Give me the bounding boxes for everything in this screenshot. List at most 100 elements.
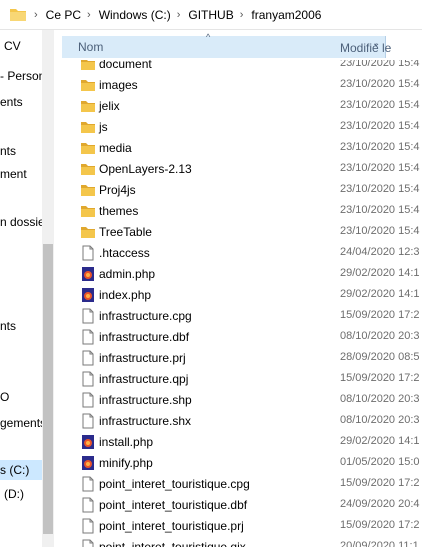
file-name: media: [99, 141, 132, 155]
file-name: point_interet_touristique.qix: [99, 540, 246, 547]
file-name: infrastructure.shp: [99, 393, 192, 407]
file-row[interactable]: index.php 29/02/2020 14:1: [54, 285, 422, 306]
file-icon: [82, 392, 94, 408]
file-name: js: [99, 120, 108, 134]
file-date: 29/02/2020 14:1: [340, 267, 420, 279]
file-date: 23/10/2020 15:4: [340, 78, 420, 90]
column-header-name[interactable]: ^ Nom ⌄: [62, 32, 386, 58]
file-name: OpenLayers-2.13: [99, 162, 192, 176]
file-date: 29/02/2020 14:1: [340, 435, 420, 447]
file-name: point_interet_touristique.dbf: [99, 498, 248, 512]
file-date: 23/10/2020 15:4: [340, 141, 420, 153]
file-date: 23/10/2020 15:4: [340, 99, 420, 111]
file-date: 23/10/2020 15:4: [340, 204, 420, 216]
file-row[interactable]: js 23/10/2020 15:4: [54, 117, 422, 138]
nav-item-personal[interactable]: - Person: [0, 66, 42, 86]
file-row[interactable]: point_interet_touristique.cpg 15/09/2020 …: [54, 474, 422, 495]
nav-item-documents-2[interactable]: nts: [0, 141, 42, 161]
file-icon: [82, 413, 94, 429]
file-date: 20/09/2020 11:1: [340, 540, 419, 547]
nav-item-document[interactable]: ment: [0, 164, 42, 184]
file-row[interactable]: jelix 23/10/2020 15:4: [54, 96, 422, 117]
chevron-right-icon[interactable]: ›: [34, 9, 38, 21]
file-icon: [82, 539, 94, 547]
file-date: 08/10/2020 20:3: [340, 414, 420, 426]
file-row[interactable]: OpenLayers-2.13 23/10/2020 15:4: [54, 159, 422, 180]
file-row[interactable]: minify.php 01/05/2020 15:0: [54, 453, 422, 474]
file-name: infrastructure.shx: [99, 414, 192, 428]
file-row[interactable]: infrastructure.shp 08/10/2020 20:3: [54, 390, 422, 411]
file-name: infrastructure.qpj: [99, 372, 189, 386]
file-icon: [82, 371, 94, 387]
file-icon: [82, 497, 94, 513]
nav-scrollbar[interactable]: [42, 30, 54, 547]
folder-icon: [81, 60, 95, 70]
breadcrumb-item-windows-c[interactable]: Windows (C:): [99, 8, 171, 22]
chevron-right-icon[interactable]: ›: [240, 9, 244, 21]
file-row[interactable]: images 23/10/2020 15:4: [54, 75, 422, 96]
folder-icon: [81, 122, 95, 133]
file-row[interactable]: themes 23/10/2020 15:4: [54, 201, 422, 222]
breadcrumb-item-ce-pc[interactable]: Ce PC: [46, 8, 81, 22]
folder-icon: [81, 227, 95, 238]
folder-icon: [81, 185, 95, 196]
php-file-icon: [82, 288, 94, 302]
file-date: 01/05/2020 15:0: [340, 456, 420, 468]
file-row[interactable]: point_interet_touristique.dbf 24/09/2020 …: [54, 495, 422, 516]
sort-ascending-icon: ^: [206, 32, 211, 42]
file-row[interactable]: admin.php 29/02/2020 14:1: [54, 264, 422, 285]
file-row[interactable]: .htaccess 24/04/2020 12:3: [54, 243, 422, 264]
file-name: admin.php: [99, 267, 156, 281]
file-date: 23/10/2020 15:4: [340, 60, 420, 69]
folder-icon: [10, 9, 26, 21]
file-name: infrastructure.cpg: [99, 309, 192, 323]
file-icon: [82, 245, 94, 261]
file-list: document 23/10/2020 15:4 images 23/10/2020 …: [54, 60, 422, 547]
file-date: 23/10/2020 15:4: [340, 120, 420, 132]
nav-item-documents[interactable]: ents: [0, 92, 42, 112]
breadcrumb-item-franyam2006[interactable]: franyam2006: [251, 8, 321, 22]
nav-item-drive-d[interactable]: (D:): [4, 484, 46, 504]
chevron-right-icon[interactable]: ›: [87, 9, 91, 21]
nav-item-windows-c[interactable]: s (C:): [0, 460, 42, 480]
folder-icon: [81, 80, 95, 91]
breadcrumb-item-github[interactable]: GITHUB: [188, 8, 233, 22]
file-row[interactable]: infrastructure.qpj 15/09/2020 17:2: [54, 369, 422, 390]
column-header-date[interactable]: Modifié le: [340, 41, 391, 55]
file-row[interactable]: infrastructure.prj 28/09/2020 08:5: [54, 348, 422, 369]
file-name: Proj4js: [99, 183, 136, 197]
file-row[interactable]: TreeTable 23/10/2020 15:4: [54, 222, 422, 243]
file-row[interactable]: point_interet_touristique.prj 15/09/2020 …: [54, 516, 422, 537]
nav-item-documents-3[interactable]: nts: [0, 316, 42, 336]
chevron-right-icon[interactable]: ›: [177, 9, 181, 21]
file-row[interactable]: Proj4js 23/10/2020 15:4: [54, 180, 422, 201]
file-date: 23/10/2020 15:4: [340, 183, 420, 195]
file-icon: [82, 329, 94, 345]
file-date: 24/04/2020 12:3: [340, 246, 420, 258]
file-date: 29/02/2020 14:1: [340, 288, 420, 300]
address-bar[interactable]: › Ce PC › Windows (C:) › GITHUB › franya…: [0, 0, 422, 30]
folder-icon: [81, 101, 95, 112]
file-row[interactable]: install.php 29/02/2020 14:1: [54, 432, 422, 453]
file-row[interactable]: infrastructure.dbf 08/10/2020 20:3: [54, 327, 422, 348]
file-name: infrastructure.prj: [99, 351, 186, 365]
nav-item-3d[interactable]: O: [0, 387, 42, 407]
file-row[interactable]: point_interet_touristique.qix 20/09/2020 …: [54, 537, 422, 547]
nav-scrollbar-thumb[interactable]: [43, 244, 53, 534]
file-row[interactable]: infrastructure.shx 08/10/2020 20:3: [54, 411, 422, 432]
file-date: 28/09/2020 08:5: [340, 351, 420, 363]
file-icon: [82, 518, 94, 534]
nav-item-new-folder[interactable]: n dossier: [0, 212, 42, 232]
nav-item-cv[interactable]: CV: [4, 36, 46, 56]
php-file-icon: [82, 435, 94, 449]
file-name: minify.php: [99, 456, 153, 470]
file-row[interactable]: media 23/10/2020 15:4: [54, 138, 422, 159]
php-file-icon: [82, 267, 94, 281]
file-icon: [82, 308, 94, 324]
file-name: infrastructure.dbf: [99, 330, 190, 344]
nav-item-downloads[interactable]: gements: [0, 413, 42, 433]
file-icon: [82, 350, 94, 366]
file-row[interactable]: document 23/10/2020 15:4: [54, 60, 422, 75]
file-date: 15/09/2020 17:2: [340, 519, 420, 531]
file-row[interactable]: infrastructure.cpg 15/09/2020 17:2: [54, 306, 422, 327]
